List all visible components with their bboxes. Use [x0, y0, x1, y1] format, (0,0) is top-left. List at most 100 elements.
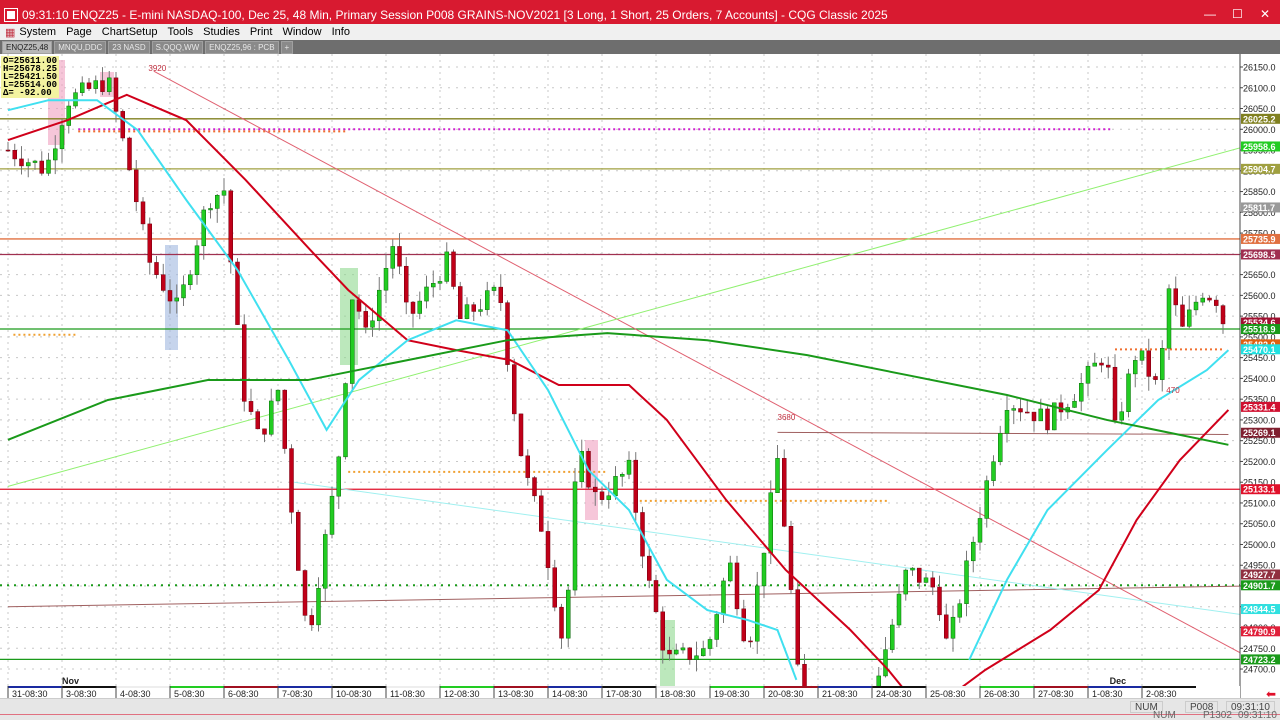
tab-mnqu-ddc[interactable]: MNQU,DDC — [54, 40, 107, 54]
candle-body-down — [471, 304, 476, 312]
candle — [491, 284, 497, 296]
candle — [694, 641, 699, 672]
candle-body-down — [937, 586, 942, 616]
candle-body-up — [620, 474, 625, 477]
candle-body-up — [910, 567, 915, 571]
price-chart[interactable]: 3920368047026150.026100.026050.026000.02… — [0, 54, 1280, 698]
candle-body-down — [1180, 304, 1185, 327]
menu-page[interactable]: Page — [66, 26, 92, 38]
candle-body-up — [431, 283, 436, 288]
session-bar — [170, 686, 224, 688]
candle — [552, 559, 557, 612]
candle — [316, 577, 321, 632]
time-tick-label: 7-08:30 — [282, 689, 313, 698]
candle — [620, 472, 625, 487]
price-tick-label: 26100.0 — [1243, 83, 1276, 93]
menu-window[interactable]: Window — [282, 26, 321, 38]
candle — [971, 536, 976, 573]
page-tabs: ENQZ25,48 MNQU,DDC 23 NASD S.QQQ,WW ENQZ… — [0, 40, 1280, 54]
menu-studies[interactable]: Studies — [203, 26, 240, 38]
candle-body-up — [626, 459, 632, 475]
candle-body-up — [998, 433, 1003, 463]
candle-body-up — [181, 284, 186, 299]
app-menu-icon[interactable]: ▦ — [5, 26, 15, 39]
candle-body-up — [1085, 365, 1091, 384]
menu-system[interactable]: System — [19, 26, 56, 38]
candle-body-up — [485, 290, 490, 310]
month-label: Nov — [62, 676, 79, 686]
candle — [1180, 296, 1185, 327]
candle-body-down — [1112, 366, 1118, 421]
candle — [950, 605, 956, 652]
tab-enqz25-96-pcb[interactable]: ENQZ25,96 : PCB — [205, 40, 279, 54]
menu-info[interactable]: Info — [332, 26, 350, 38]
session-bar — [1088, 686, 1142, 688]
tab-s-qqq-ww[interactable]: S.QQQ,WW — [151, 40, 204, 54]
candle-body-down — [410, 301, 416, 314]
candle-body-up — [896, 593, 902, 626]
price-tick-label: 26050.0 — [1243, 104, 1276, 114]
candle-body-up — [417, 300, 422, 314]
candle-body-up — [613, 476, 618, 497]
candle-body-up — [674, 649, 679, 655]
time-tick-label: 27-08:30 — [1038, 689, 1074, 698]
candle — [1072, 394, 1077, 408]
price-level-label: 24844.5 — [1243, 605, 1276, 615]
candle-body-up — [221, 190, 227, 196]
highlight-zone — [340, 268, 358, 365]
candle-body-up — [437, 281, 443, 284]
price-level-label: 25735.9 — [1243, 234, 1276, 244]
candle-body-up — [269, 400, 274, 435]
candle-body-up — [215, 195, 220, 209]
month-label: Dec — [1110, 676, 1127, 686]
candle-body-up — [1133, 360, 1138, 375]
ghost-account: P1302 — [1203, 710, 1232, 721]
tab-enqz25-48[interactable]: ENQZ25,48 — [2, 40, 53, 54]
candle — [1119, 401, 1124, 425]
candle-body-down — [1025, 411, 1030, 414]
candle-body-down — [687, 647, 692, 660]
menu-tools[interactable]: Tools — [167, 26, 193, 38]
candle — [289, 444, 294, 524]
candle-body-up — [53, 148, 58, 161]
tab-23-nasd[interactable]: 23 NASD — [108, 40, 150, 54]
candle-body-down — [930, 577, 935, 588]
candle-body-down — [100, 80, 105, 92]
time-tick-label: 4-08:30 — [120, 689, 151, 698]
candle-body-down — [512, 364, 517, 415]
candle-body-up — [1119, 411, 1124, 421]
candle — [579, 439, 584, 488]
maximize-button[interactable]: ☐ — [1232, 7, 1243, 21]
minimize-button[interactable]: — — [1204, 7, 1216, 21]
candle — [377, 277, 382, 331]
price-level-label: 24723.2 — [1243, 655, 1276, 665]
candle — [1045, 406, 1050, 435]
add-tab-button[interactable]: + — [280, 40, 294, 54]
menu-chartsetup[interactable]: ChartSetup — [102, 26, 158, 38]
candle — [127, 136, 132, 171]
candle-body-up — [694, 655, 699, 660]
session-bar — [62, 686, 116, 688]
candle — [701, 640, 706, 657]
candle-body-down — [39, 160, 44, 174]
session-bar — [440, 686, 494, 688]
candle — [539, 490, 544, 532]
candle-body-up — [701, 648, 706, 657]
candle — [296, 509, 301, 571]
candle — [1092, 352, 1097, 367]
candle — [1146, 338, 1151, 391]
close-button[interactable]: ✕ — [1260, 7, 1270, 21]
candle-body-up — [1072, 400, 1077, 408]
session-bar — [116, 686, 170, 688]
price-tick-label: 25000.0 — [1243, 540, 1276, 550]
scroll-left-arrow-icon[interactable]: ⬅ — [1266, 687, 1276, 698]
menu-print[interactable]: Print — [250, 26, 273, 38]
candle-body-up — [32, 160, 38, 163]
candle — [248, 388, 254, 415]
candle — [100, 67, 105, 96]
candle-body-up — [1004, 410, 1010, 434]
candle — [755, 571, 760, 654]
candle — [761, 552, 767, 599]
candle-body-down — [552, 567, 557, 608]
ohlc-change: Δ= -92.00 — [3, 88, 52, 98]
